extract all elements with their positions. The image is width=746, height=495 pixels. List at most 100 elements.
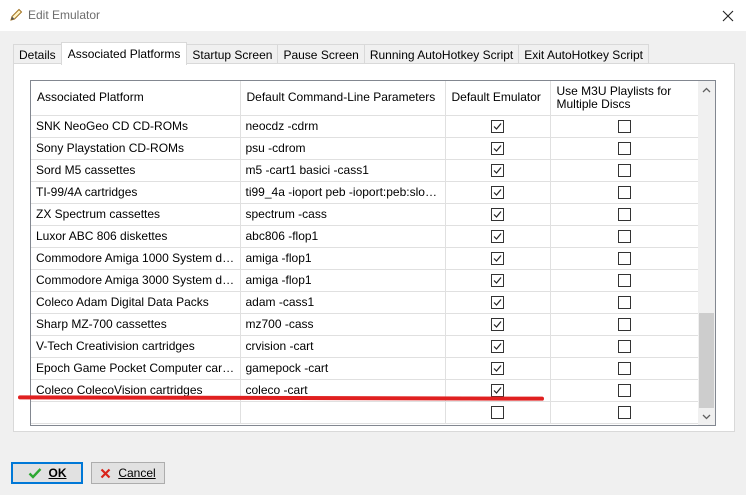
- chevron-up-icon: [702, 87, 711, 92]
- tab-details[interactable]: Details: [13, 44, 62, 64]
- platform-cell[interactable]: [31, 400, 241, 424]
- default-emulator-checkbox[interactable]: [491, 318, 504, 332]
- table-row[interactable]: Commodore Amiga 1000 System disks amiga -…: [31, 247, 699, 270]
- platform-cell[interactable]: Commodore Amiga 1000 System disks: [31, 247, 241, 270]
- default-emulator-checkbox[interactable]: [491, 208, 504, 222]
- params-cell[interactable]: neocdz -cdrm: [240, 115, 446, 138]
- m3u-cell: [550, 291, 699, 314]
- m3u-checkbox[interactable]: [618, 340, 631, 354]
- m3u-cell: [550, 379, 699, 402]
- tab-running-autohotkey-script[interactable]: Running AutoHotkey Script: [363, 44, 520, 64]
- platform-cell[interactable]: Commodore Amiga 3000 System disks: [31, 269, 241, 292]
- column-header-default-emulator[interactable]: Default Emulator: [445, 81, 551, 116]
- tab-exit-autohotkey-script[interactable]: Exit AutoHotkey Script: [518, 44, 649, 64]
- platform-cell[interactable]: Sharp MZ-700 cassettes: [31, 313, 241, 336]
- default-emulator-cell: [445, 137, 551, 160]
- m3u-checkbox[interactable]: [618, 208, 631, 222]
- params-cell[interactable]: mz700 -cass: [240, 313, 446, 336]
- params-cell[interactable]: crvision -cart: [240, 335, 446, 358]
- m3u-cell: [550, 247, 699, 270]
- default-emulator-checkbox[interactable]: [491, 120, 504, 134]
- m3u-checkbox[interactable]: [618, 406, 631, 420]
- default-emulator-checkbox[interactable]: [491, 230, 504, 244]
- platform-cell[interactable]: Coleco Adam Digital Data Packs: [31, 291, 241, 314]
- close-button[interactable]: [710, 0, 746, 31]
- tab-pause-screen[interactable]: Pause Screen: [277, 44, 365, 64]
- table-row[interactable]: TI-99/4A cartridges ti99_4a -ioport peb -…: [31, 181, 699, 204]
- platform-cell[interactable]: SNK NeoGeo CD CD-ROMs: [31, 115, 241, 138]
- column-header-m3u[interactable]: Use M3U Playlists for Multiple Discs: [550, 81, 699, 116]
- default-emulator-checkbox[interactable]: [491, 362, 504, 376]
- params-cell[interactable]: m5 -cart1 basici -cass1: [240, 159, 446, 182]
- m3u-checkbox[interactable]: [618, 384, 631, 398]
- table-row[interactable]: Sony Playstation CD-ROMs psu -cdrom: [31, 137, 699, 160]
- default-emulator-checkbox[interactable]: [491, 164, 504, 178]
- params-cell[interactable]: abc806 -flop1: [240, 225, 446, 248]
- grid-header-row: Associated Platform Default Command-Line…: [31, 81, 699, 116]
- params-cell[interactable]: psu -cdrom: [240, 137, 446, 160]
- m3u-checkbox[interactable]: [618, 362, 631, 376]
- params-cell[interactable]: gamepock -cart: [240, 357, 446, 380]
- default-emulator-checkbox[interactable]: [491, 296, 504, 310]
- m3u-cell: [550, 357, 699, 380]
- ok-button[interactable]: OK: [11, 462, 83, 484]
- m3u-cell: [550, 137, 699, 160]
- default-emulator-checkbox[interactable]: [491, 274, 504, 288]
- platform-cell[interactable]: ZX Spectrum cassettes: [31, 203, 241, 226]
- m3u-checkbox[interactable]: [618, 164, 631, 178]
- scroll-down-button[interactable]: [698, 408, 715, 425]
- default-emulator-checkbox[interactable]: [491, 406, 504, 420]
- platform-cell[interactable]: Sony Playstation CD-ROMs: [31, 137, 241, 160]
- default-emulator-cell: [445, 335, 551, 358]
- table-row[interactable]: SNK NeoGeo CD CD-ROMs neocdz -cdrm: [31, 115, 699, 138]
- default-emulator-checkbox[interactable]: [491, 384, 504, 398]
- params-cell[interactable]: amiga -flop1: [240, 269, 446, 292]
- platform-cell[interactable]: V-Tech Creativision cartridges: [31, 335, 241, 358]
- vertical-scrollbar[interactable]: [698, 81, 715, 425]
- m3u-checkbox[interactable]: [618, 296, 631, 310]
- m3u-checkbox[interactable]: [618, 142, 631, 156]
- cancel-button[interactable]: Cancel: [91, 462, 165, 484]
- scroll-thumb[interactable]: [699, 313, 714, 408]
- m3u-checkbox[interactable]: [618, 230, 631, 244]
- m3u-checkbox[interactable]: [618, 274, 631, 288]
- m3u-checkbox[interactable]: [618, 318, 631, 332]
- m3u-checkbox[interactable]: [618, 252, 631, 266]
- default-emulator-checkbox[interactable]: [491, 252, 504, 266]
- table-row[interactable]: ZX Spectrum cassettes spectrum -cass: [31, 203, 699, 226]
- tab-startup-screen[interactable]: Startup Screen: [186, 44, 279, 64]
- table-row[interactable]: Sord M5 cassettes m5 -cart1 basici -cass1: [31, 159, 699, 182]
- column-header-params[interactable]: Default Command-Line Parameters: [240, 81, 446, 116]
- scroll-up-button[interactable]: [698, 81, 715, 98]
- m3u-cell: [550, 225, 699, 248]
- default-emulator-checkbox[interactable]: [491, 186, 504, 200]
- table-row[interactable]: Coleco Adam Digital Data Packs adam -cass…: [31, 291, 699, 314]
- table-row[interactable]: Luxor ABC 806 diskettes abc806 -flop1: [31, 225, 699, 248]
- default-emulator-cell: [445, 400, 551, 424]
- tab-associated-platforms[interactable]: Associated Platforms: [60, 42, 188, 65]
- params-cell[interactable]: amiga -flop1: [240, 247, 446, 270]
- default-emulator-cell: [445, 203, 551, 226]
- default-emulator-checkbox[interactable]: [491, 142, 504, 156]
- params-cell[interactable]: spectrum -cass: [240, 203, 446, 226]
- default-emulator-cell: [445, 313, 551, 336]
- params-cell[interactable]: ti99_4a -ioport peb -ioport:peb:slot2 3.…: [240, 181, 446, 204]
- table-row[interactable]: Sharp MZ-700 cassettes mz700 -cass: [31, 313, 699, 336]
- platform-cell[interactable]: Sord M5 cassettes: [31, 159, 241, 182]
- platforms-grid[interactable]: Associated Platform Default Command-Line…: [30, 80, 716, 426]
- table-row[interactable]: Epoch Game Pocket Computer cartridges gam…: [31, 357, 699, 380]
- m3u-checkbox[interactable]: [618, 120, 631, 134]
- m3u-checkbox[interactable]: [618, 186, 631, 200]
- platform-cell[interactable]: Epoch Game Pocket Computer cartridges: [31, 357, 241, 380]
- m3u-cell: [550, 181, 699, 204]
- table-row[interactable]: [31, 400, 699, 424]
- default-emulator-cell: [445, 159, 551, 182]
- params-cell[interactable]: [240, 400, 446, 424]
- table-row[interactable]: V-Tech Creativision cartridges crvision -…: [31, 335, 699, 358]
- platform-cell[interactable]: Luxor ABC 806 diskettes: [31, 225, 241, 248]
- platform-cell[interactable]: TI-99/4A cartridges: [31, 181, 241, 204]
- column-header-platform[interactable]: Associated Platform: [31, 81, 241, 116]
- table-row[interactable]: Commodore Amiga 3000 System disks amiga -…: [31, 269, 699, 292]
- params-cell[interactable]: adam -cass1: [240, 291, 446, 314]
- default-emulator-checkbox[interactable]: [491, 340, 504, 354]
